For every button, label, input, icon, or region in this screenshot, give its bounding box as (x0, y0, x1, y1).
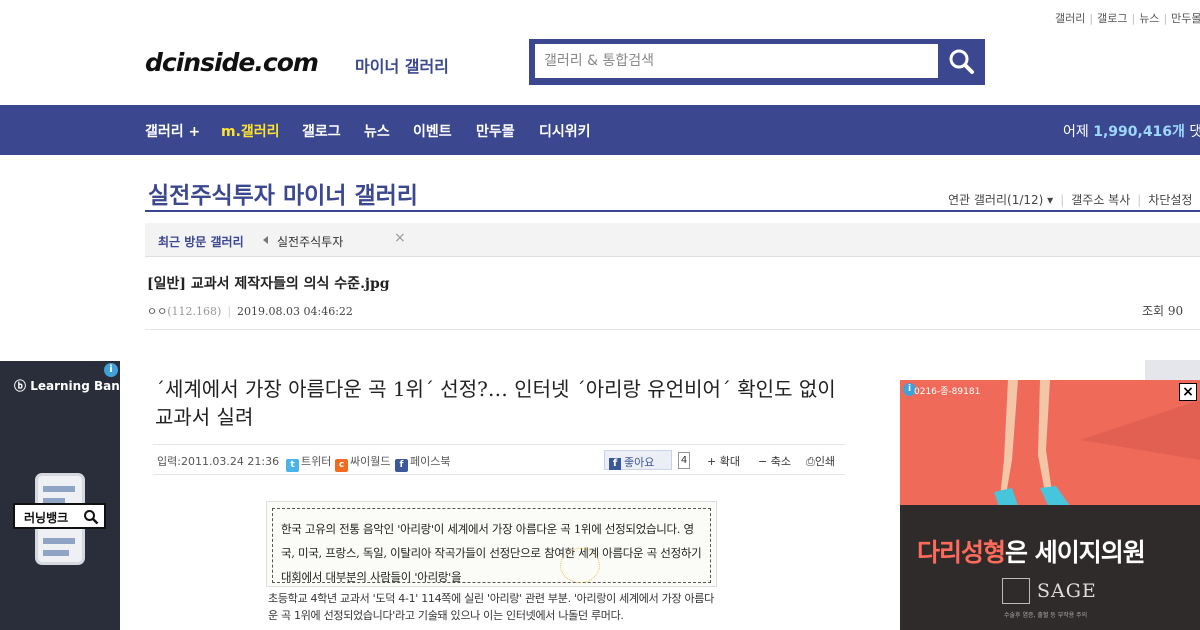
left-ad-banner[interactable]: i ⓑ Learning Bank 러닝뱅크 (0, 361, 120, 630)
phone-bar (43, 538, 75, 544)
title-divider (145, 210, 1200, 212)
ad-approval-code: 0216-종-89181 (914, 387, 981, 397)
yesterday-stats: 어제 1,990,416개 댓글 (1063, 121, 1200, 141)
nav-gallery[interactable]: 갤러리 + (145, 121, 200, 141)
post-title: [일반] 교과서 제작자들의 의식 수준.jpg (147, 276, 390, 292)
search-box (529, 39, 985, 85)
nav-gallog[interactable]: 갤로그 (302, 121, 341, 141)
stats-prefix: 어제 (1063, 124, 1089, 140)
recent-visits-bar: 최근 방문 갤러리 실전주식투자 × (145, 223, 1200, 257)
nav-news[interactable]: 뉴스 (364, 121, 390, 141)
prev-arrow-icon[interactable] (263, 236, 268, 244)
gallery-tools: 연관 갤러리(1/12) ▾ | 갤주소 복사 | 차단설정 (948, 191, 1192, 208)
top-links: 갤러리 | 갤로그 | 뉴스 | 만두몰 (1055, 10, 1200, 26)
print-label: 인쇄 (814, 455, 836, 468)
print-button[interactable]: ⎙인쇄 (806, 453, 835, 469)
nav-mandumall[interactable]: 만두몰 (476, 121, 515, 141)
article-headline: ´세계에서 가장 아름다운 곡 1위´ 선정?… 인터넷 ´아리랑 유언비어´ … (155, 377, 836, 429)
twitter-icon: t (286, 459, 299, 472)
ad-brand: Learning Bank (30, 379, 120, 393)
share-facebook-label: 페이스북 (410, 455, 451, 468)
copy-address-button[interactable]: 갤주소 복사 (1071, 193, 1130, 207)
like-label: 좋아요 (624, 456, 655, 469)
print-icon: ⎙ (806, 455, 815, 468)
scan-text: 한국 고유의 전통 음악인 '아리랑'이 세계에서 가장 아름다운 곡 1위에 … (272, 508, 711, 583)
ad-logo: ⓑ Learning Bank (14, 377, 120, 394)
ad-headline: 다리성형은 세이지의원 (917, 533, 1146, 569)
facebook-icon: f (609, 458, 621, 470)
share-facebook[interactable]: f 페이스북 (395, 453, 450, 472)
ad-fine-print: 수술후 염증, 출혈 등 부작용 주의 (1004, 612, 1088, 619)
post-divider (145, 329, 1200, 330)
search-icon (949, 49, 974, 74)
article-date: 입력:2011.03.24 21:36 (157, 455, 280, 468)
close-icon[interactable]: × (1179, 383, 1197, 401)
related-gallery-label: 연관 갤러리(1/12) (948, 193, 1044, 207)
separator: | (1163, 12, 1168, 25)
ad-headline-rest: 은 세이지의원 (1005, 538, 1146, 567)
ad-search-box: 러닝뱅크 (13, 503, 106, 529)
side-panel-edge (1145, 360, 1200, 380)
post-date: 2019.08.03 04:46:22 (237, 305, 353, 318)
like-button[interactable]: f 좋아요 (604, 450, 672, 470)
share-twitter-label: 트위터 (301, 455, 332, 468)
separator: | (1060, 193, 1065, 207)
share-cyworld[interactable]: c 싸이월드 (335, 453, 390, 472)
recent-visits-title: 최근 방문 갤러리 (158, 235, 244, 249)
view-count: 조회 90 (1142, 304, 1184, 318)
minor-gallery-label[interactable]: 마이너 갤러리 (355, 53, 449, 77)
ad-info-icon[interactable]: i (104, 363, 118, 377)
top-link-news[interactable]: 뉴스 (1139, 12, 1159, 25)
search-button[interactable] (942, 44, 980, 78)
separator: | (1137, 193, 1142, 207)
ad-headline-highlight: 다리성형 (917, 538, 1006, 567)
article-body: 초등학교 4학년 교과서 '도덕 4-1' 114쪽에 실린 '아리랑' 관련 … (268, 592, 714, 622)
b-logo-icon: ⓑ (14, 379, 27, 393)
right-ad-banner[interactable]: i 0216-종-89181 × 다리성형은 세이지의원 SAGE 수술후 염증… (900, 380, 1200, 630)
stats-suffix: 댓글 (1189, 124, 1200, 140)
textbook-scan-image: 한국 고유의 전통 음악인 '아리랑'이 세계에서 가장 아름다운 곡 1위에 … (266, 501, 717, 587)
zoom-out-button[interactable]: − 축소 (758, 453, 791, 469)
site-logo[interactable]: dcinside.com (145, 48, 319, 77)
close-icon[interactable]: × (394, 230, 406, 246)
article-meta-bar: 입력:2011.03.24 21:36 t 트위터 c 싸이월드 f 페이스북 f 좋아… (153, 444, 845, 475)
share-cyworld-label: 싸이월드 (350, 455, 391, 468)
stats-value: 1,990,416개 (1093, 124, 1185, 140)
gallery-title[interactable]: 실전주식투자 마이너 갤러리 (148, 176, 418, 210)
block-settings-button[interactable]: 차단설정 (1148, 193, 1192, 207)
separator: | (1089, 12, 1094, 25)
share-twitter[interactable]: t 트위터 (286, 453, 331, 472)
legs-illustration (994, 380, 1200, 510)
caret-down-icon: ▾ (1047, 193, 1054, 207)
nav-m-gallery[interactable]: m.갤러리 (221, 121, 280, 141)
author-nick[interactable]: ㅇㅇ (147, 305, 167, 318)
nav-dcwiki[interactable]: 디시위키 (539, 121, 591, 141)
separator: | (1131, 12, 1136, 25)
phone-bar (43, 486, 75, 492)
top-link-gallery[interactable]: 갤러리 (1055, 12, 1085, 25)
search-input[interactable] (535, 44, 938, 78)
phone-bar (43, 550, 69, 556)
nav-event[interactable]: 이벤트 (413, 121, 452, 141)
scan-highlight (560, 548, 600, 583)
related-gallery-button[interactable]: 연관 갤러리(1/12) ▾ (948, 193, 1053, 207)
top-link-gallog[interactable]: 갤로그 (1097, 12, 1127, 25)
sage-emblem-icon (1002, 578, 1030, 604)
cyworld-icon: c (335, 459, 348, 472)
ad-search-word: 러닝뱅크 (24, 511, 69, 525)
facebook-icon: f (395, 459, 408, 472)
main-nav: 갤러리 + m.갤러리 갤로그 뉴스 이벤트 만두몰 디시위키 어제 1,990… (0, 105, 1200, 155)
author-ip: (112.168) (167, 305, 222, 318)
magnifier-icon (84, 510, 99, 525)
separator: | (227, 305, 232, 318)
recent-gallery-item[interactable]: 실전주식투자 (277, 233, 343, 250)
like-count: 4 (678, 452, 690, 469)
post-meta: ㅇㅇ(112.168) | 2019.08.03 04:46:22 (147, 303, 353, 319)
ad-brand: SAGE (1037, 580, 1097, 602)
top-link-mandumall[interactable]: 만두몰 (1171, 12, 1200, 25)
zoom-in-button[interactable]: + 확대 (707, 453, 740, 469)
